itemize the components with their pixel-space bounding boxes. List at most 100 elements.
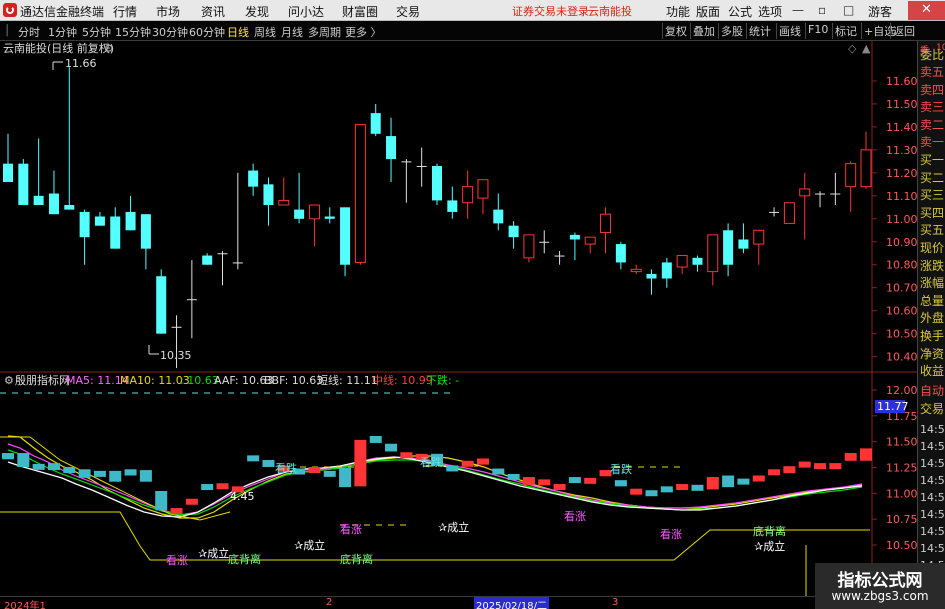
selected-date-label[interactable]: 2025/02/18/二 bbox=[474, 597, 550, 609]
sidebar-item-earnings[interactable]: 收益 bbox=[920, 364, 944, 378]
collapse-pane-icon[interactable]: ◇ bbox=[848, 42, 857, 55]
tab-daily[interactable]: 日线 bbox=[227, 24, 249, 40]
candle-body-down bbox=[64, 205, 75, 210]
close-button[interactable]: ✕ bbox=[908, 1, 945, 20]
back-button[interactable]: 返回 bbox=[890, 23, 917, 39]
candle-body-down bbox=[156, 276, 167, 334]
sidebar-item-netasset[interactable]: 净资 bbox=[920, 347, 944, 361]
signal-kanzhang-3: 看涨 bbox=[564, 509, 586, 523]
current-value-label: 11.77 bbox=[877, 400, 909, 413]
indicator-bar bbox=[706, 477, 719, 490]
tab-fenshi[interactable]: 分时 bbox=[18, 24, 40, 40]
draw-line-button[interactable]: 画线 bbox=[776, 23, 803, 39]
menu-gongneng[interactable]: 功能 bbox=[666, 3, 690, 20]
signal-chengli-3: ✰成立 bbox=[438, 520, 469, 534]
candle-body-down bbox=[294, 209, 305, 219]
tab-15min[interactable]: 15分钟 bbox=[115, 24, 151, 40]
indicator-bar bbox=[645, 490, 658, 497]
menu-caifuquan[interactable]: 财富圈 bbox=[342, 3, 378, 20]
menu-wenxiaoda[interactable]: 问小达 bbox=[288, 3, 324, 20]
menu-zixun[interactable]: 资讯 bbox=[201, 3, 225, 20]
sidebar-item-trade[interactable]: 交易 bbox=[920, 402, 944, 416]
sidebar-item-sell5[interactable]: 卖五 bbox=[920, 65, 944, 79]
tick-time: 14:56 bbox=[920, 491, 945, 504]
indicator-bar bbox=[768, 469, 781, 476]
sidebar-item-buy4[interactable]: 买四 bbox=[920, 206, 944, 220]
candle-body-up bbox=[584, 236, 596, 245]
candle-body-down bbox=[33, 195, 44, 206]
main-pane-title: 云南能投(日线 前复权) bbox=[3, 41, 114, 55]
sidebar-item-change-pct[interactable]: 涨幅 bbox=[920, 276, 944, 290]
tab-more[interactable]: 更多 〉 bbox=[345, 24, 382, 40]
indicator-tick-label: 12.00 bbox=[886, 384, 917, 397]
minimize-icon[interactable]: — bbox=[792, 3, 804, 17]
guest-user-button[interactable]: 游客 bbox=[868, 3, 892, 20]
candle-body-down bbox=[186, 299, 197, 301]
window-shrink-icon[interactable]: ▫ bbox=[818, 3, 826, 17]
candle-body-down bbox=[370, 113, 381, 134]
menu-jiaoyi[interactable]: 交易 bbox=[396, 3, 420, 20]
login-notice[interactable]: 证券交易未登录 bbox=[512, 3, 589, 19]
sidebar-item-auto[interactable]: 自动 bbox=[920, 384, 944, 398]
candle-body-down bbox=[723, 230, 734, 265]
menu-xuanxiang[interactable]: 选项 bbox=[758, 3, 782, 20]
collapse-icon[interactable]: ⏐ bbox=[4, 24, 10, 38]
main-settings-icon[interactable]: ⚙ bbox=[104, 42, 114, 55]
indicator-bar bbox=[262, 460, 275, 467]
kline-chart[interactable]: 云南能投(日线 前复权) ⚙ ◇ ▲ 11.60 11.50 11.40 11.30 1… bbox=[0, 41, 917, 596]
sidebar-item-volume[interactable]: 总量 bbox=[920, 294, 944, 308]
indicator-bar bbox=[461, 460, 474, 467]
indicator-bar bbox=[2, 453, 14, 460]
indicator-settings-icon[interactable]: ⚙ bbox=[4, 374, 14, 387]
tab-multi-period[interactable]: 多周期 bbox=[308, 24, 341, 40]
menu-faxian[interactable]: 发现 bbox=[245, 3, 269, 20]
signal-kanzhang-1: 看涨 bbox=[166, 553, 188, 567]
price-tick-label: 10.80 bbox=[886, 259, 917, 272]
menu-gongshi[interactable]: 公式 bbox=[728, 3, 752, 20]
sidebar-item-sell3[interactable]: 卖三 bbox=[920, 100, 944, 114]
candle-body-down bbox=[661, 262, 672, 279]
multi-stock-button[interactable]: 多股 bbox=[718, 23, 745, 39]
maximize-icon[interactable]: □ bbox=[843, 3, 854, 17]
tab-30min[interactable]: 30分钟 bbox=[152, 24, 188, 40]
candle-body-down bbox=[3, 163, 13, 183]
sidebar-item-turnover[interactable]: 换手 bbox=[920, 329, 944, 343]
sidebar-item-buy1[interactable]: 买一 bbox=[920, 153, 944, 167]
f10-button[interactable]: F10 bbox=[805, 23, 830, 39]
menu-banmian[interactable]: 版面 bbox=[696, 3, 720, 20]
indicator-bar bbox=[354, 439, 367, 487]
low-price-label: 10.35 bbox=[160, 349, 192, 362]
tab-60min[interactable]: 60分钟 bbox=[189, 24, 225, 40]
menu-hangqing[interactable]: 行情 bbox=[113, 3, 137, 20]
indicator-tick-label: 10.75 bbox=[886, 513, 917, 526]
statistics-button[interactable]: 统计 bbox=[746, 23, 773, 39]
sidebar-item-buy2[interactable]: 买二 bbox=[920, 171, 944, 185]
sidebar-item-outer[interactable]: 外盘 bbox=[920, 311, 944, 325]
tab-monthly[interactable]: 月线 bbox=[281, 24, 303, 40]
sidebar-item-weibi[interactable]: 委比 bbox=[920, 48, 944, 62]
tab-weekly[interactable]: 周线 bbox=[254, 24, 276, 40]
mark-button[interactable]: 标记 bbox=[832, 23, 859, 39]
tab-5min[interactable]: 5分钟 bbox=[82, 24, 111, 40]
sidebar-item-price[interactable]: 现价 bbox=[920, 241, 944, 255]
pane-menu-icon[interactable]: ▲ bbox=[862, 42, 871, 55]
sidebar-item-sell1[interactable]: 卖一 bbox=[920, 135, 944, 149]
overlay-button[interactable]: 叠加 bbox=[690, 23, 717, 39]
sidebar-item-change[interactable]: 涨跌 bbox=[920, 259, 944, 273]
candle-body-down bbox=[263, 184, 274, 206]
indicator-tick-label: 10.50 bbox=[886, 539, 917, 552]
signal-value-45: 4.45 bbox=[230, 490, 255, 503]
sidebar-item-sell2[interactable]: 卖二 bbox=[920, 118, 944, 132]
indicator-bar bbox=[339, 467, 352, 488]
price-tick-label: 11.60 bbox=[886, 75, 917, 88]
candle-body-up bbox=[630, 268, 642, 273]
sidebar-item-buy5[interactable]: 买五 bbox=[920, 223, 944, 237]
candle-body-down bbox=[615, 244, 626, 263]
restore-rights-button[interactable]: 复权 bbox=[662, 23, 689, 39]
sidebar-item-buy3[interactable]: 买三 bbox=[920, 188, 944, 202]
menu-shichang[interactable]: 市场 bbox=[156, 3, 180, 20]
tab-1min[interactable]: 1分钟 bbox=[48, 24, 77, 40]
candle-body-down bbox=[386, 136, 397, 160]
indicator-bar bbox=[247, 455, 260, 462]
sidebar-item-sell4[interactable]: 卖四 bbox=[920, 83, 944, 97]
